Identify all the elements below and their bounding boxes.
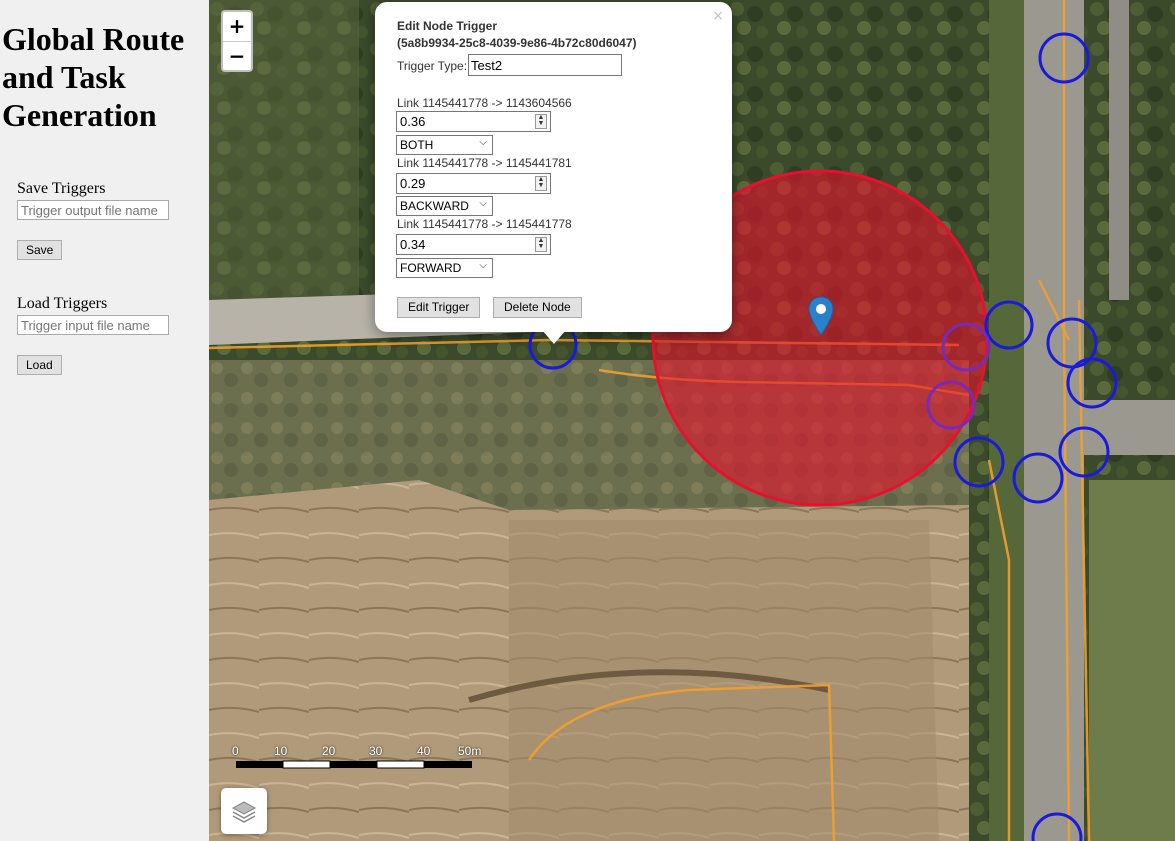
load-triggers-label: Load Triggers <box>17 295 108 312</box>
map-view[interactable]: + − 0 10 20 30 40 50m × Edit Node Trigge… <box>209 0 1175 841</box>
link-label: Link 1145441778 -> 1143604566 <box>397 96 572 110</box>
close-icon[interactable]: × <box>712 8 724 24</box>
spinner-icon[interactable]: ▲ ▼ <box>535 176 547 191</box>
link-probability-input[interactable]: 0.36 ▲ ▼ <box>396 111 551 132</box>
link-label: Link 1145441778 -> 1145441781 <box>397 156 572 170</box>
chevron-down-icon: ⌵ <box>479 198 487 209</box>
scale-label: 0 <box>232 744 239 758</box>
scale-label: 10 <box>274 744 288 758</box>
link-direction-value: BOTH <box>400 138 434 152</box>
zoom-control: + − <box>221 10 253 72</box>
scale-bar: 0 10 20 30 40 50m <box>232 744 481 774</box>
link-label: Link 1145441778 -> 1145441778 <box>397 217 572 231</box>
zoom-in-button[interactable]: + <box>223 12 251 42</box>
scale-bar-graphic <box>236 760 472 769</box>
link-probability-value: 0.36 <box>400 114 426 129</box>
delete-node-button[interactable]: Delete Node <box>493 297 582 318</box>
scale-label: 20 <box>322 744 336 758</box>
spinner-icon[interactable]: ▲ ▼ <box>535 114 547 129</box>
link-probability-input[interactable]: 0.34 ▲ ▼ <box>396 234 551 255</box>
popup-title-line1: Edit Node Trigger <box>397 19 498 33</box>
edit-trigger-button[interactable]: Edit Trigger <box>397 297 481 318</box>
chevron-down-icon: ⌵ <box>479 260 487 271</box>
trigger-type-label: Trigger Type: <box>397 59 468 73</box>
link-probability-value: 0.29 <box>400 176 426 191</box>
zoom-out-button[interactable]: − <box>223 42 251 70</box>
chevron-down-icon: ⌵ <box>479 137 487 148</box>
scale-label: 30 <box>369 744 383 758</box>
layers-control[interactable] <box>221 788 267 834</box>
popup-tip <box>542 330 566 344</box>
trigger-type-input[interactable] <box>468 54 622 76</box>
link-direction-select[interactable]: BOTH ⌵ <box>396 135 493 155</box>
node-id: (5a8b9934-25c8-4039-9e86-4b72c80d6047) <box>397 36 637 50</box>
sidebar: Global Route and Task Generation Save Tr… <box>0 0 209 841</box>
link-direction-value: FORWARD <box>400 261 462 275</box>
link-probability-value: 0.34 <box>400 237 426 252</box>
link-direction-select[interactable]: BACKWARD ⌵ <box>396 196 493 216</box>
trigger-output-file-input[interactable] <box>17 200 169 220</box>
popup-title: Edit Node Trigger (5a8b9934-25c8-4039-9e… <box>397 18 637 52</box>
map-marker-icon[interactable] <box>808 296 834 336</box>
save-triggers-label: Save Triggers <box>17 180 106 197</box>
save-button[interactable]: Save <box>17 240 63 260</box>
link-probability-input[interactable]: 0.29 ▲ ▼ <box>396 173 551 194</box>
scale-label: 40 <box>417 744 431 758</box>
trigger-input-file-input[interactable] <box>17 315 169 335</box>
load-button[interactable]: Load <box>17 355 62 375</box>
scale-label: 50m <box>458 744 482 758</box>
link-direction-select[interactable]: FORWARD ⌵ <box>396 258 493 278</box>
edit-node-trigger-popup: × Edit Node Trigger (5a8b9934-25c8-4039-… <box>375 2 732 344</box>
link-direction-value: BACKWARD <box>400 199 469 213</box>
spinner-icon[interactable]: ▲ ▼ <box>535 237 547 252</box>
page-title: Global Route and Task Generation <box>2 21 185 133</box>
layers-icon <box>231 801 257 823</box>
